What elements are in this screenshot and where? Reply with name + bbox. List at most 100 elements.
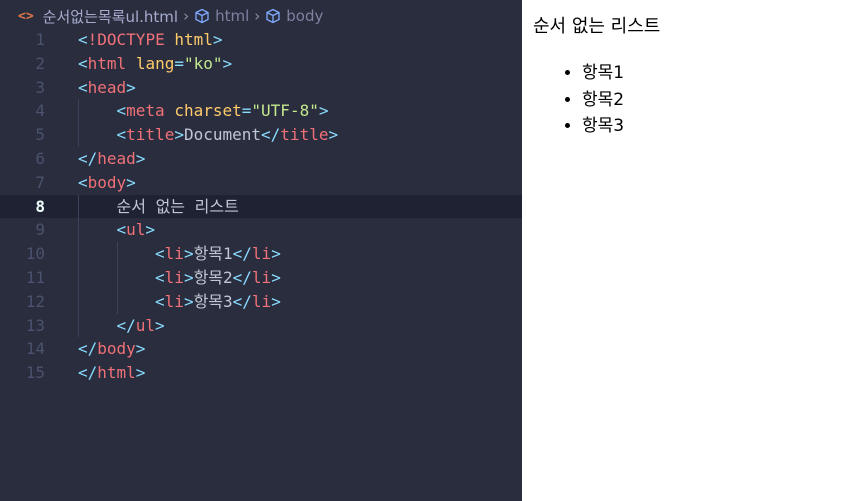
code-text: </head> [78, 147, 145, 171]
code-line[interactable]: 12 <li>항목3</li> [0, 289, 522, 314]
code-text: </ul> [117, 314, 165, 338]
token-br: > [155, 315, 165, 335]
line-number: 15 [25, 363, 45, 383]
indent-guide [116, 289, 118, 314]
token-br: </ [232, 291, 252, 311]
code-text: <html lang="ko"> [78, 52, 232, 76]
token-tag: body [87, 172, 127, 192]
code-text: 순서 없는 리스트 [117, 195, 239, 219]
line-number: 9 [35, 220, 45, 240]
breadcrumb-file[interactable]: 순서없는목록ul.html [43, 6, 178, 27]
line-number: 12 [25, 291, 45, 311]
indent-guide [78, 313, 79, 338]
code-text: <head> [78, 76, 136, 100]
indent-guide [78, 123, 79, 147]
code-line[interactable]: 10 <li>항목1</li> [0, 242, 522, 266]
token-br: </ [116, 315, 136, 335]
token-br: </ [232, 267, 252, 287]
code-text: <li>항목2</li> [155, 266, 281, 290]
token-tag: body [97, 339, 136, 359]
token-br: > [328, 125, 339, 145]
token-tag: li [251, 291, 272, 311]
token-eq: = [241, 101, 252, 121]
token-br: </ [232, 244, 252, 264]
token-attr: html [174, 30, 213, 49]
token-br: > [135, 363, 146, 383]
code-text: <li>항목1</li> [155, 242, 281, 266]
code-text: <li>항목3</li> [155, 290, 281, 314]
token-br: > [183, 244, 194, 264]
code-line[interactable]: 8 순서 없는 리스트 [0, 194, 522, 219]
code-line[interactable]: 13 </ul> [0, 313, 522, 338]
indent-guide [116, 242, 118, 266]
line-number: 13 [25, 315, 45, 335]
token-txt: 항목1 [193, 244, 233, 264]
token-br: > [183, 267, 194, 287]
code-line[interactable]: 14 </body> [0, 337, 522, 361]
html-file-icon: <> [18, 8, 34, 24]
code-area[interactable]: 1 <!DOCTYPE html> 2 <html lang="ko"> 3 <head>… [0, 28, 522, 385]
code-text: <body> [78, 171, 136, 195]
code-line[interactable]: 2 <html lang="ko"> [0, 52, 522, 76]
preview-list: 항목1 항목2 항목3 [582, 60, 624, 140]
token-eq: = [174, 53, 184, 73]
code-line[interactable]: 9 <ul> [0, 218, 522, 243]
token-br: > [212, 30, 223, 49]
token-tag: li [251, 244, 272, 264]
token-attr: charset [174, 101, 242, 121]
code-text: <meta charset="UTF-8"> [117, 99, 329, 123]
token-br: > [135, 339, 146, 359]
breadcrumb-html[interactable]: html [215, 7, 249, 25]
token-br: > [271, 267, 281, 287]
token-tag: li [164, 244, 184, 264]
token-tag: ul [135, 315, 156, 335]
token-br: > [183, 291, 194, 311]
code-line[interactable]: 1 <!DOCTYPE html> [0, 28, 522, 52]
code-line[interactable]: 15 </html> [0, 361, 522, 385]
token-br: </ [78, 363, 98, 383]
token-tag: ul [126, 220, 146, 240]
code-line[interactable]: 3 <head> [0, 76, 522, 100]
token-br: < [155, 244, 165, 264]
code-editor[interactable]: <> 순서없는목록ul.html › html › body 1 <!DOCTYP… [0, 0, 522, 501]
breadcrumb: <> 순서없는목록ul.html › html › body [18, 5, 323, 27]
token-tag: !DOCTYPE [87, 30, 165, 49]
token-br: < [78, 30, 88, 49]
code-line[interactable]: 4 <meta charset="UTF-8"> [0, 99, 522, 124]
token-br: </ [78, 339, 98, 359]
line-number: 5 [35, 125, 45, 145]
breadcrumb-body[interactable]: body [286, 7, 323, 25]
token-br: > [271, 291, 281, 311]
indent-guide [78, 289, 79, 314]
token-br: </ [261, 125, 281, 145]
indent-guide [78, 218, 79, 243]
token-tag: li [251, 267, 272, 287]
code-line[interactable]: 6 </head> [0, 147, 522, 171]
code-text: <ul> [117, 218, 156, 242]
code-text: </body> [78, 337, 145, 361]
token-tag: head [87, 77, 127, 97]
token-br: </ [78, 148, 98, 168]
list-item: 항목3 [582, 113, 624, 140]
token-tag: title [280, 125, 329, 145]
token-br: < [155, 291, 165, 311]
indent-guide [78, 194, 79, 219]
token-tag: title [126, 125, 175, 145]
indent-guide [78, 99, 79, 124]
cube-icon [266, 8, 280, 24]
token-br: > [126, 77, 136, 97]
token-br: > [174, 125, 184, 145]
line-number: 6 [35, 148, 45, 168]
code-text: <title>Document</title> [117, 123, 339, 147]
token-br: < [155, 267, 165, 287]
token-br: < [78, 53, 88, 73]
line-number: 3 [35, 77, 45, 97]
list-item: 항목1 [582, 60, 624, 87]
token-tag: li [164, 267, 184, 287]
token-tag: head [97, 148, 136, 168]
token-br: > [271, 244, 281, 264]
code-line[interactable]: 7 <body> [0, 171, 522, 195]
token-str: "UTF-8" [251, 101, 319, 121]
code-line[interactable]: 5 <title>Document</title> [0, 123, 522, 147]
code-line[interactable]: 11 <li>항목2</li> [0, 265, 522, 290]
